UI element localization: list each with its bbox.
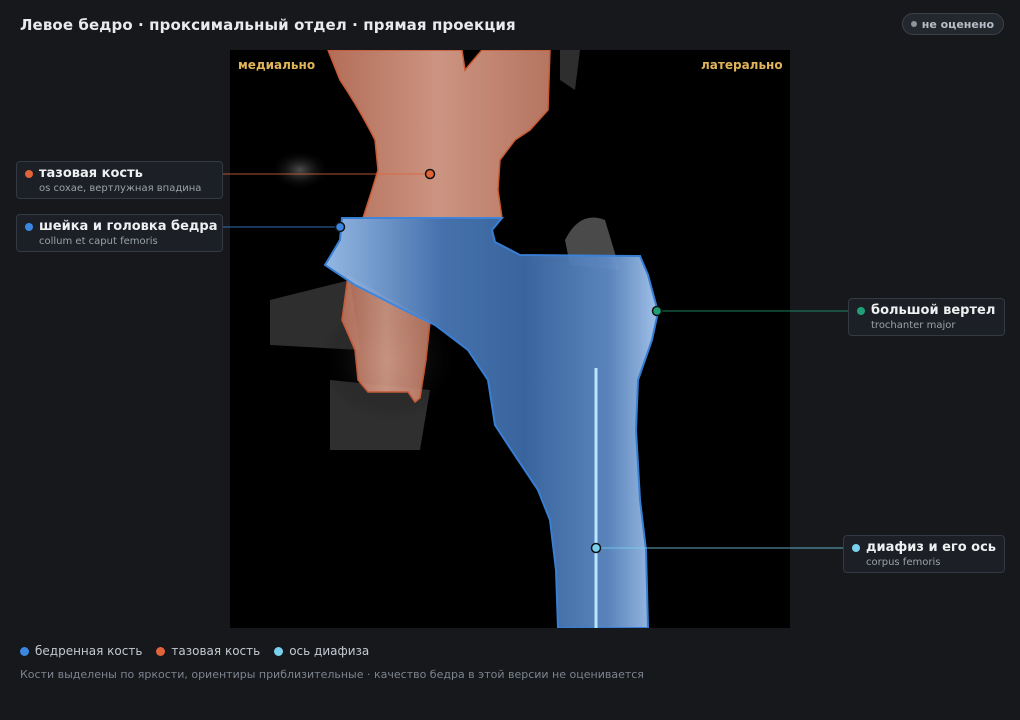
- callout-trochanter[interactable]: большой вертел trochanter major: [848, 298, 1005, 336]
- legend-item-femur: бедренная кость: [20, 644, 142, 658]
- footnote: Кости выделены по яркости, ориентиры при…: [20, 668, 644, 681]
- marker-trochanter[interactable]: [651, 305, 663, 317]
- leader-lines: [223, 168, 848, 554]
- callout-pelvis[interactable]: тазовая кость os coxae, вертлужная впади…: [16, 161, 223, 199]
- legend-label: бедренная кость: [35, 644, 143, 658]
- legend: бедренная кость тазовая кость ось диафиз…: [20, 644, 369, 658]
- legend-label: тазовая кость: [171, 644, 261, 658]
- callout-sublabel: os coxae, вертлужная впадина: [39, 183, 202, 194]
- axis-legend-dot-icon: [274, 646, 284, 656]
- callout-sublabel: trochanter major: [871, 320, 956, 331]
- marker-neck[interactable]: [334, 221, 346, 233]
- callout-sublabel: collum et caput femoris: [39, 236, 158, 247]
- pelvis-legend-dot-icon: [156, 646, 166, 656]
- legend-item-axis: ось диафиза: [274, 644, 369, 658]
- callout-label: диафиз и его ось: [866, 540, 997, 555]
- legend-item-pelvis: тазовая кость: [156, 644, 260, 658]
- legend-label: ось диафиза: [289, 644, 370, 658]
- callout-neck[interactable]: шейка и головка бедра collum et caput fe…: [16, 214, 223, 252]
- callout-shaft[interactable]: диафиз и его ось corpus femoris: [843, 535, 1005, 573]
- neck-dot-icon: [25, 223, 33, 231]
- marker-shaft[interactable]: [590, 542, 602, 554]
- callout-label: шейка и головка бедра: [39, 219, 218, 234]
- marker-pelvis[interactable]: [424, 168, 436, 180]
- trochanter-dot-icon: [857, 307, 865, 315]
- femur-legend-dot-icon: [20, 646, 29, 656]
- callout-sublabel: corpus femoris: [866, 557, 941, 568]
- shaft-dot-icon: [852, 544, 860, 552]
- pelvis-dot-icon: [25, 170, 33, 178]
- callout-label: большой вертел: [871, 303, 996, 318]
- callout-label: тазовая кость: [39, 166, 143, 181]
